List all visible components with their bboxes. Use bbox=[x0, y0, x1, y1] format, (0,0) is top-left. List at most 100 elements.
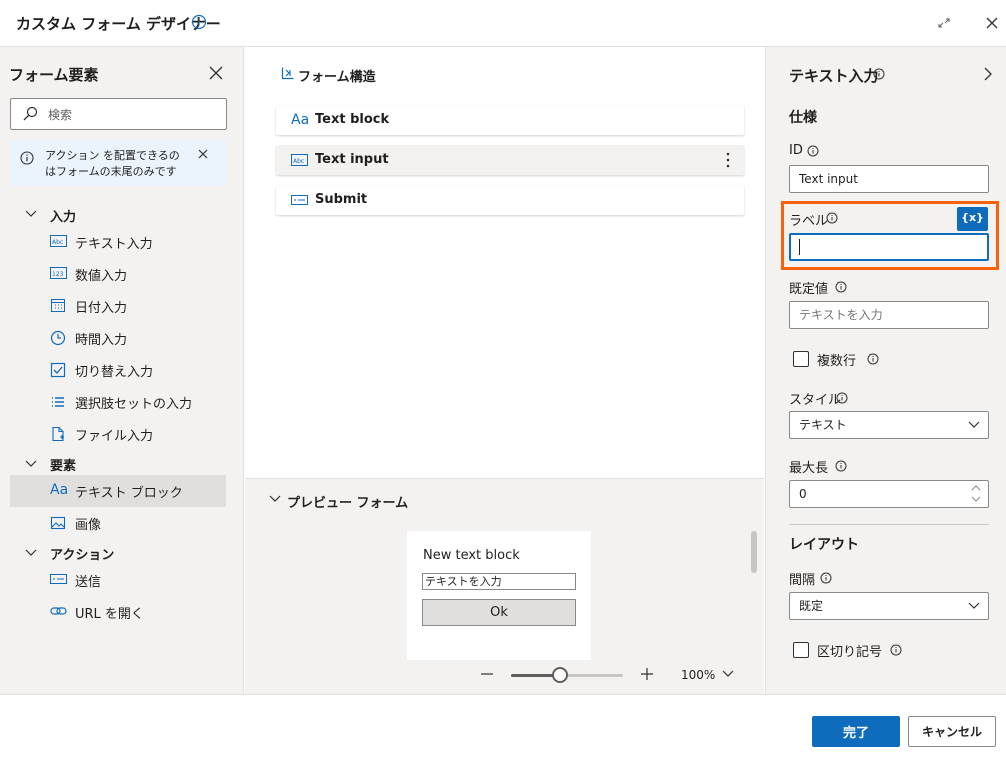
multiline-checkbox[interactable] bbox=[793, 351, 809, 367]
number-input-icon: 123 bbox=[50, 266, 67, 280]
zoom-slider-thumb[interactable] bbox=[552, 667, 568, 683]
structure-row-label: Text input bbox=[315, 152, 389, 167]
image-icon bbox=[50, 515, 66, 531]
style-select[interactable]: テキスト bbox=[789, 411, 989, 439]
element-toggle-input[interactable]: 切り替え入力 bbox=[75, 361, 153, 380]
info-icon[interactable] bbox=[191, 14, 207, 30]
spin-down-icon[interactable] bbox=[971, 495, 981, 503]
info-icon[interactable] bbox=[836, 392, 848, 404]
element-image[interactable]: 画像 bbox=[75, 514, 101, 533]
expand-icon[interactable] bbox=[934, 13, 954, 33]
style-label: スタイル bbox=[789, 393, 842, 408]
id-label: ID bbox=[789, 143, 803, 158]
notice-text: アクション を配置できるの はフォームの末尾のみです bbox=[45, 148, 185, 180]
label-input[interactable] bbox=[789, 233, 989, 261]
chevron-down-icon[interactable] bbox=[24, 209, 38, 219]
element-text-block[interactable]: テキスト ブロック bbox=[75, 482, 183, 501]
style-select-value: テキスト bbox=[799, 418, 847, 432]
info-icon[interactable] bbox=[873, 68, 885, 80]
preview-scrollbar[interactable] bbox=[751, 531, 757, 573]
close-panel-icon[interactable] bbox=[209, 66, 223, 80]
list-icon bbox=[50, 394, 66, 410]
group-elements[interactable]: 要素 bbox=[50, 455, 76, 474]
text-block-icon: Aa bbox=[50, 482, 69, 498]
more-options-icon[interactable] bbox=[724, 150, 732, 170]
chevron-down-icon[interactable] bbox=[24, 459, 38, 469]
chevron-down-icon[interactable] bbox=[721, 669, 735, 679]
notice-line-2: はフォームの末尾のみです bbox=[45, 165, 177, 178]
default-value-label: 既定値 bbox=[789, 282, 829, 297]
group-inputs[interactable]: 入力 bbox=[50, 206, 76, 225]
id-input[interactable] bbox=[789, 165, 989, 193]
info-icon bbox=[20, 151, 34, 165]
text-block-icon: Aa bbox=[291, 112, 310, 128]
search-icon bbox=[22, 106, 38, 122]
link-icon bbox=[50, 604, 67, 618]
insert-variable-button[interactable]: {x} bbox=[957, 207, 988, 231]
text-input-icon: Abc bbox=[291, 153, 308, 167]
chevron-down-icon[interactable] bbox=[268, 494, 282, 504]
info-icon[interactable] bbox=[820, 572, 832, 584]
chevron-down-icon bbox=[967, 601, 981, 611]
preview-text-block: New text block bbox=[423, 548, 520, 563]
section-layout: レイアウト bbox=[789, 537, 859, 553]
info-icon[interactable] bbox=[835, 460, 847, 472]
structure-icon bbox=[281, 66, 295, 80]
text-caret bbox=[799, 239, 800, 255]
spacing-select[interactable]: 既定 bbox=[789, 592, 989, 620]
dialog-title: カスタム フォーム デザイナー bbox=[16, 15, 221, 33]
file-icon bbox=[50, 426, 66, 442]
spin-up-icon[interactable] bbox=[971, 484, 981, 492]
default-value-input[interactable] bbox=[789, 301, 989, 329]
search-input[interactable] bbox=[48, 107, 218, 123]
svg-text:Abc: Abc bbox=[293, 158, 304, 165]
preview-form-title[interactable]: プレビュー フォーム bbox=[287, 492, 408, 511]
group-actions[interactable]: アクション bbox=[50, 544, 114, 563]
section-divider bbox=[789, 524, 989, 525]
zoom-level: 100% bbox=[681, 668, 716, 682]
info-icon[interactable] bbox=[890, 644, 902, 656]
element-open-url[interactable]: URL を開く bbox=[75, 603, 144, 622]
chevron-right-icon[interactable] bbox=[982, 66, 994, 82]
structure-row-label: Submit bbox=[315, 192, 368, 207]
separator-checkbox[interactable] bbox=[793, 642, 809, 658]
preview-text-input[interactable]: テキストを入力 bbox=[422, 573, 576, 590]
text-input-icon: Abc bbox=[50, 234, 67, 248]
cancel-button[interactable]: キャンセル bbox=[908, 716, 996, 747]
info-icon[interactable] bbox=[826, 212, 838, 224]
zoom-out-icon[interactable] bbox=[480, 667, 494, 681]
element-choice-input[interactable]: 選択肢セットの入力 bbox=[75, 393, 192, 412]
svg-text:123: 123 bbox=[52, 271, 64, 278]
checkbox-icon bbox=[50, 362, 66, 378]
info-icon[interactable] bbox=[835, 281, 847, 293]
info-icon[interactable] bbox=[807, 145, 819, 157]
max-length-input[interactable] bbox=[789, 480, 989, 508]
element-file-input[interactable]: ファイル入力 bbox=[75, 425, 153, 444]
done-button[interactable]: 完了 bbox=[812, 716, 900, 747]
dismiss-notice-icon[interactable] bbox=[198, 149, 208, 159]
info-icon[interactable] bbox=[867, 353, 879, 365]
clock-icon bbox=[50, 330, 66, 346]
element-text-input[interactable]: テキスト入力 bbox=[75, 233, 153, 252]
svg-text:Abc: Abc bbox=[52, 239, 63, 246]
properties-title: テキスト入力 bbox=[789, 67, 879, 85]
separator-label: 区切り記号 bbox=[817, 645, 883, 660]
notice-line-1: アクション を配置できるの bbox=[45, 149, 180, 162]
submit-icon bbox=[50, 572, 67, 586]
element-time-input[interactable]: 時間入力 bbox=[75, 329, 127, 348]
calendar-icon bbox=[50, 297, 66, 313]
element-date-input[interactable]: 日付入力 bbox=[75, 297, 127, 316]
multiline-label: 複数行 bbox=[817, 354, 857, 369]
spacing-label: 間隔 bbox=[789, 573, 816, 588]
element-number-input[interactable]: 数値入力 bbox=[75, 265, 127, 284]
chevron-down-icon bbox=[967, 420, 981, 430]
chevron-down-icon[interactable] bbox=[24, 548, 38, 558]
max-length-label: 最大長 bbox=[789, 461, 829, 476]
element-submit[interactable]: 送信 bbox=[75, 571, 101, 590]
form-structure-title: フォーム構造 bbox=[298, 70, 376, 85]
preview-ok-button[interactable]: Ok bbox=[422, 599, 576, 626]
submit-icon bbox=[291, 193, 308, 207]
form-elements-title: フォーム要素 bbox=[9, 66, 99, 84]
close-icon[interactable] bbox=[982, 13, 1002, 33]
zoom-in-icon[interactable] bbox=[640, 667, 654, 681]
